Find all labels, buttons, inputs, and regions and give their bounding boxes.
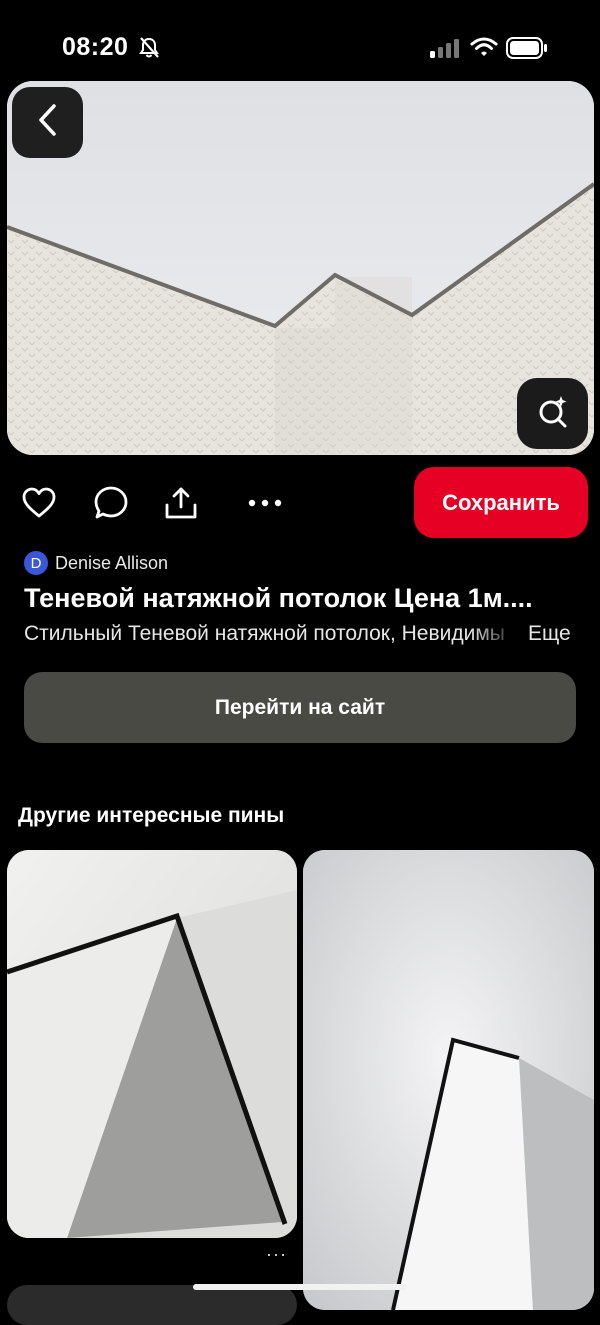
related-pin-card[interactable]	[303, 850, 594, 1310]
back-button[interactable]	[12, 87, 83, 158]
comment-icon[interactable]	[92, 484, 130, 522]
status-time: 08:20	[62, 33, 129, 61]
avatar: D	[24, 551, 48, 575]
related-pin-card[interactable]	[7, 1285, 297, 1325]
card-more-menu[interactable]: ···	[266, 1244, 287, 1265]
section-heading: Другие интересные пины	[18, 804, 285, 827]
status-bar: 08:20	[0, 0, 600, 80]
author-name: Denise Allison	[55, 552, 169, 573]
home-indicator[interactable]	[193, 1284, 407, 1290]
battery-icon	[506, 37, 548, 64]
wifi-icon	[470, 36, 498, 63]
visit-site-button[interactable]: Перейти на сайт	[24, 672, 576, 743]
heart-icon[interactable]	[20, 484, 58, 522]
share-icon[interactable]	[162, 484, 200, 522]
visual-search-icon	[536, 394, 570, 433]
related-pin-card[interactable]	[7, 850, 297, 1238]
more-link[interactable]: Еще	[528, 622, 571, 646]
pin-image[interactable]	[7, 81, 594, 455]
signal-icon	[430, 38, 462, 63]
visual-search-button[interactable]	[517, 378, 588, 449]
back-chevron-icon	[37, 103, 59, 142]
more-icon[interactable]	[246, 484, 284, 522]
save-button[interactable]: Сохранить	[414, 467, 588, 538]
description-fade	[470, 620, 520, 650]
pin-description: Стильный Теневой натяжной потолок, Невид…	[24, 622, 504, 645]
bell-slash-icon	[138, 36, 160, 65]
pin-title: Теневой натяжной потолок Цена 1м....	[24, 583, 533, 613]
author-row[interactable]: D Denise Allison	[24, 551, 168, 575]
